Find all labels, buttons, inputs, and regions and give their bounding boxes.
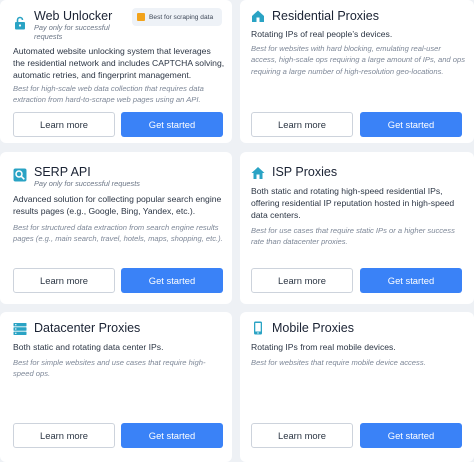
search-icon <box>13 168 27 182</box>
card-title: SERP API <box>34 165 91 179</box>
get-started-button[interactable]: Get started <box>121 268 223 293</box>
server-icon <box>13 323 27 335</box>
learn-more-button[interactable]: Learn more <box>251 268 353 293</box>
get-started-button[interactable]: Get started <box>121 112 223 137</box>
learn-more-button[interactable]: Learn more <box>13 268 115 293</box>
card-serp-api: SERP API Pay only for successful request… <box>0 152 232 304</box>
get-started-button[interactable]: Get started <box>360 268 462 293</box>
card-description: Rotating IPs of real people’s devices. <box>251 29 393 39</box>
card-title: Mobile Proxies <box>272 321 354 335</box>
get-started-button[interactable]: Get started <box>360 112 462 137</box>
card-description: Both static and rotating data center IPs… <box>13 342 164 352</box>
card-residential-proxies: Residential Proxies Rotating IPs of real… <box>240 0 474 143</box>
card-description: Both static and rotating high-speed resi… <box>251 186 455 220</box>
card-mobile-proxies: Mobile Proxies Rotating IPs from real mo… <box>240 312 474 462</box>
card-title: Residential Proxies <box>272 9 379 23</box>
badge-label: Best for scraping data <box>149 13 214 21</box>
get-started-button[interactable]: Get started <box>360 423 462 448</box>
card-best-for: Best for structured data extraction from… <box>13 223 223 244</box>
card-datacenter-proxies: Datacenter Proxies Both static and rotat… <box>0 312 232 462</box>
card-title: Web Unlocker <box>34 9 113 23</box>
card-web-unlocker: Web Unlocker Pay only for successful req… <box>0 0 232 143</box>
learn-more-button[interactable]: Learn more <box>251 112 353 137</box>
card-description: Rotating IPs from real mobile devices. <box>251 342 396 352</box>
card-isp-proxies: ISP Proxies Both static and rotating hig… <box>240 152 474 304</box>
card-best-for: Best for websites that require mobile de… <box>251 358 426 367</box>
learn-more-button[interactable]: Learn more <box>13 423 115 448</box>
card-best-for: Best for websites with hard blocking, em… <box>251 44 466 76</box>
lock-icon <box>15 16 25 30</box>
learn-more-button[interactable]: Learn more <box>13 112 115 137</box>
card-best-for: Best for high-scale web data collection … <box>13 84 204 105</box>
card-subtitle: Pay only for successful requests <box>34 23 110 41</box>
card-best-for: Best for simple websites and use cases t… <box>13 358 206 379</box>
best-for-scraping-badge: Best for scraping data <box>132 8 222 26</box>
card-title: ISP Proxies <box>272 165 338 179</box>
card-best-for: Best for use cases that require static I… <box>251 226 455 247</box>
mobile-phone-icon <box>254 321 262 335</box>
card-subtitle: Pay only for successful requests <box>34 179 140 188</box>
get-started-button[interactable]: Get started <box>121 423 223 448</box>
thumbs-up-icon <box>137 13 145 21</box>
card-description: Advanced solution for collecting popular… <box>13 194 222 216</box>
home-icon <box>252 10 264 22</box>
card-title: Datacenter Proxies <box>34 321 141 335</box>
card-description: Automated website unlocking system that … <box>13 46 225 80</box>
house-icon <box>251 167 265 179</box>
learn-more-button[interactable]: Learn more <box>251 423 353 448</box>
